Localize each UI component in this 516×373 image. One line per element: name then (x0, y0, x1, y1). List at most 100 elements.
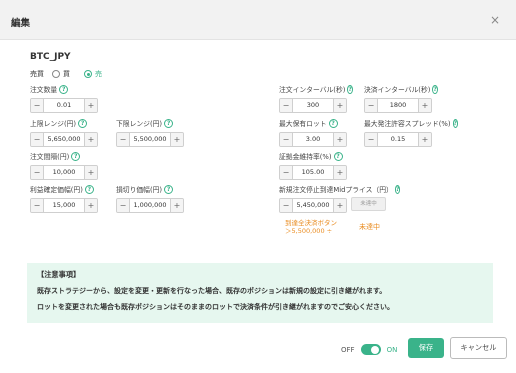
stop-loss-stepper: − 1,000,000 + (116, 198, 184, 213)
increment-button[interactable]: + (84, 166, 97, 179)
help-icon[interactable]: ? (164, 184, 174, 194)
stop-mid-price-input[interactable]: 5,450,000 (293, 199, 333, 212)
toggle-switch[interactable] (360, 344, 381, 355)
toggle-off-label: OFF (341, 345, 355, 354)
max-spread-field: 最大発注許容スプレッド(%)? − 0.15 + (364, 118, 459, 147)
help-icon[interactable]: ? (71, 151, 81, 161)
stop-loss-field: 損切り価幅(円)? − 1,000,000 + (116, 184, 184, 213)
side-option-label: 買 (63, 70, 70, 78)
order-qty-field: 注文数量? − 0.01 + (30, 84, 98, 113)
decrement-button[interactable]: − (280, 99, 293, 112)
increment-button[interactable]: + (170, 199, 183, 212)
lower-range-stepper: − 5,500,000 + (116, 132, 184, 147)
increment-button[interactable]: + (333, 199, 346, 212)
stop-mid-price-field: 新規注文停止到達Midプライス（円）? − 5,450,000 + (279, 184, 401, 213)
toggle-on-label: ON (386, 345, 398, 354)
decrement-button[interactable]: − (117, 199, 130, 212)
increment-button[interactable]: + (170, 133, 183, 146)
max-spread-input[interactable]: 0.15 (378, 133, 418, 146)
stop-mid-price-stepper: − 5,450,000 + (279, 198, 347, 213)
close-icon[interactable]: × (490, 13, 500, 27)
decrement-button[interactable]: − (365, 133, 378, 146)
help-icon[interactable]: ? (432, 84, 438, 94)
field-label: 注文数量 (30, 86, 58, 94)
decrement-button[interactable]: − (280, 133, 293, 146)
stop-mid-status-button[interactable]: 未達中 (351, 197, 386, 211)
field-label: 決済インターバル(秒) (364, 86, 431, 94)
decrement-button[interactable]: − (117, 133, 130, 146)
notice-line-2: ロットを変更された場合も既存ポジションはそのままのロットで決済条件が引き継がれま… (37, 303, 394, 311)
cancel-button[interactable]: キャンセル (450, 337, 507, 359)
increment-button[interactable]: + (418, 99, 431, 112)
help-icon[interactable]: ? (164, 118, 174, 128)
increment-button[interactable]: + (333, 99, 346, 112)
decrement-button[interactable]: − (365, 99, 378, 112)
lower-range-field: 下限レンジ(円)? − 5,500,000 + (116, 118, 184, 147)
settle-all-status: 未達中 (359, 223, 380, 231)
help-icon[interactable]: ? (394, 184, 401, 194)
margin-ratio-stepper: − 105.00 + (279, 165, 347, 180)
help-icon[interactable]: ? (347, 84, 353, 94)
decrement-button[interactable]: − (31, 133, 44, 146)
help-icon[interactable]: ? (333, 151, 343, 161)
settle-all-label: 到達全決済ボタン (285, 219, 337, 227)
order-interval-sec-field: 注文インターバル(秒)? − 300 + (279, 84, 353, 113)
save-button[interactable]: 保存 (408, 338, 444, 358)
radio-icon (52, 70, 60, 78)
help-icon[interactable]: ? (452, 118, 459, 128)
field-label: 注文インターバル(秒) (279, 86, 346, 94)
order-interval-sec-input[interactable]: 300 (293, 99, 333, 112)
modal-header: 編集 × (0, 0, 516, 40)
settle-interval-sec-stepper: − 1800 + (364, 98, 432, 113)
field-label: 利益確定価幅(円) (30, 186, 83, 194)
help-icon[interactable]: ? (59, 84, 69, 94)
upper-range-field: 上限レンジ(円)? − 5,650,000 + (30, 118, 98, 147)
order-qty-input[interactable]: 0.01 (44, 99, 84, 112)
decrement-button[interactable]: − (31, 199, 44, 212)
increment-button[interactable]: + (84, 199, 97, 212)
decrement-button[interactable]: − (31, 99, 44, 112)
modal-title: 編集 (11, 18, 31, 29)
side-option-sell[interactable]: 売 (84, 69, 102, 79)
side-option-buy[interactable]: 買 (52, 69, 70, 79)
field-label: 最大発注許容スプレッド(%) (364, 120, 451, 128)
field-label: 損切り価幅(円) (116, 186, 163, 194)
take-profit-stepper: − 15,000 + (30, 198, 98, 213)
order-interval-input[interactable]: 10,000 (44, 166, 84, 179)
increment-button[interactable]: + (418, 133, 431, 146)
order-interval-sec-stepper: − 300 + (279, 98, 347, 113)
help-icon[interactable]: ? (328, 118, 338, 128)
decrement-button[interactable]: − (280, 199, 293, 212)
settle-all-note: 到達全決済ボタン ＞5,500,000 ÷ (285, 219, 337, 235)
increment-button[interactable]: + (84, 133, 97, 146)
max-lot-field: 最大保有ロット? − 3.00 + (279, 118, 347, 147)
decrement-button[interactable]: − (31, 166, 44, 179)
increment-button[interactable]: + (333, 166, 346, 179)
order-interval-stepper: − 10,000 + (30, 165, 98, 180)
help-icon[interactable]: ? (78, 118, 88, 128)
upper-range-stepper: − 5,650,000 + (30, 132, 98, 147)
help-icon[interactable]: ? (84, 184, 94, 194)
notice-line-1: 既存ストラテジーから、設定を変更・更新を行なった場合、既存のポジションは新規の設… (37, 287, 387, 295)
increment-button[interactable]: + (333, 133, 346, 146)
max-spread-stepper: − 0.15 + (364, 132, 432, 147)
order-interval-field: 注文間隔(円)? − 10,000 + (30, 151, 98, 180)
upper-range-input[interactable]: 5,650,000 (44, 133, 84, 146)
notice-box: 【注意事項】 既存ストラテジーから、設定を変更・更新を行なった場合、既存のポジシ… (27, 263, 493, 323)
stop-loss-input[interactable]: 1,000,000 (130, 199, 170, 212)
increment-button[interactable]: + (84, 99, 97, 112)
margin-ratio-input[interactable]: 105.00 (293, 166, 333, 179)
order-qty-stepper: − 0.01 + (30, 98, 98, 113)
margin-ratio-field: 証拠金維持率(%)? − 105.00 + (279, 151, 347, 180)
max-lot-input[interactable]: 3.00 (293, 133, 333, 146)
field-label: 上限レンジ(円) (30, 120, 77, 128)
settle-interval-sec-input[interactable]: 1800 (378, 99, 418, 112)
notice-title: 【注意事項】 (37, 270, 81, 279)
field-label: 最大保有ロット (279, 120, 327, 128)
lower-range-input[interactable]: 5,500,000 (130, 133, 170, 146)
radio-selected-icon (84, 70, 92, 78)
take-profit-input[interactable]: 15,000 (44, 199, 84, 212)
settle-interval-sec-field: 決済インターバル(秒)? − 1800 + (364, 84, 438, 113)
decrement-button[interactable]: − (280, 166, 293, 179)
pair-name: BTC_JPY (30, 52, 71, 62)
